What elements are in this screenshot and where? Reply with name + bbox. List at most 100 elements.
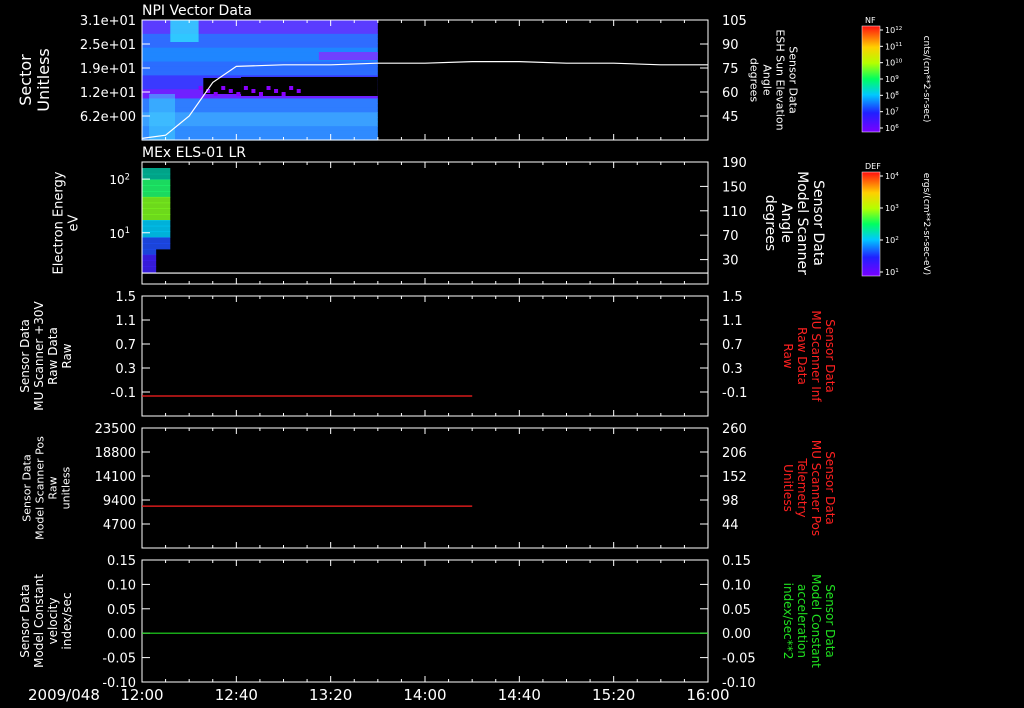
y-tick-label: 1.9e+01 (80, 62, 136, 77)
spectrogram-cell (142, 196, 171, 204)
spectrogram-row (142, 66, 378, 72)
left-axis-label: Sector (16, 54, 35, 106)
spectrogram-cell (142, 237, 171, 244)
left-axis-label: eV (67, 214, 82, 231)
colorbar-tick-label: 1011 (885, 42, 903, 51)
y-tick-label-right: 0.10 (722, 578, 751, 593)
spectrogram-row (142, 130, 378, 136)
spectrogram-row (142, 116, 378, 123)
date-label: 2009/048 (28, 686, 100, 704)
chart-figure: 3.1e+01 2.5e+01 1.9e+01 1.2e+01 6.2e+00 105 90… (16, 3, 931, 704)
right-axis-label: MU Scanner Pos (809, 440, 823, 536)
spectrogram-cell (142, 248, 157, 256)
left-axis-label: Sensor Data (21, 454, 34, 521)
y-tick-label-right: 110 (722, 205, 747, 220)
colorbar-tick-label: 106 (885, 124, 899, 133)
colorbar-tick-label: 104 (885, 172, 899, 181)
right-axis-label: Sensor Data (810, 180, 826, 266)
panel-title: NPI Vector Data (142, 3, 252, 19)
panel-frame (141, 427, 709, 549)
left-axis-label: Electron Energy (52, 171, 67, 274)
spectrogram-cell (142, 225, 171, 233)
y-tick-label-right: 260 (722, 422, 747, 437)
y-tick-label: 101 (109, 225, 130, 241)
y-tick-label: 0.00 (107, 627, 136, 642)
y-tick-label-right: 0.3 (722, 362, 743, 377)
panel-frame (141, 295, 709, 417)
spectrogram-row (142, 107, 378, 113)
spectrogram-row (142, 98, 378, 104)
y-tick-label-right: 0.7 (722, 338, 743, 353)
y-tick-label-right: 90 (722, 38, 739, 53)
y-tick-label: 0.15 (107, 554, 136, 569)
y-tick-label-right: 45 (722, 110, 739, 125)
spectrogram-streak (170, 20, 199, 42)
y-tick-label: 14100 (95, 470, 136, 485)
spectrogram-speckle (266, 86, 271, 90)
spectrogram-cell (142, 185, 171, 192)
spectrogram-cell (142, 179, 171, 186)
y-tick-label: 6.2e+00 (80, 110, 136, 125)
colorbar (861, 171, 881, 277)
y-tick-label: 2.5e+01 (80, 38, 136, 53)
colorbar-tick-label: 103 (885, 204, 899, 213)
spectrogram-row (142, 103, 378, 109)
y-tick-label-right: 0.15 (722, 554, 751, 569)
spectrogram-cell (142, 202, 171, 209)
y-tick-label: -0.1 (111, 386, 136, 401)
y-tick-label: 3.1e+01 (80, 14, 136, 29)
right-axis-label: Raw Data (795, 327, 809, 385)
right-axis-label: Sensor Data (787, 46, 800, 113)
left-axis-label: Raw (60, 343, 74, 368)
y-tick-label-right: 75 (722, 62, 739, 77)
spectrogram-speckle (258, 92, 263, 96)
right-axis-label: Angle (761, 64, 774, 96)
x-tick-label: 14:40 (498, 686, 541, 704)
x-tick-label: 15:20 (592, 686, 635, 704)
right-axis-label: Model Scanner (794, 171, 810, 275)
left-axis-label: Raw Data (46, 327, 60, 385)
y-tick-label-right: 60 (722, 86, 739, 101)
colorbar (861, 25, 881, 133)
left-axis-label: Sensor Data (18, 319, 32, 393)
spectrogram-speckle (228, 89, 233, 93)
colorbar-name: NF (865, 16, 876, 25)
y-tick-label-right: 98 (722, 494, 739, 509)
y-tick-label: 4700 (103, 518, 136, 533)
colorbar-unit: cnts/(cm**2-sr-sec) (921, 36, 931, 123)
colorbar-unit: ergs/(cm**2-sr-sec-eV) (921, 173, 931, 275)
spectrogram-speckle (274, 89, 279, 93)
left-axis-label: MU Scanner +30V (32, 301, 46, 411)
y-tick-label: 0.10 (107, 578, 136, 593)
x-tick-label: 12:00 (120, 686, 163, 704)
y-tick-label: 102 (109, 171, 130, 187)
y-tick-label-right: 206 (722, 446, 747, 461)
right-axis-label: MU Scanner Inf (809, 310, 823, 402)
y-tick-label-right: 30 (722, 254, 739, 269)
spectrogram-speckle (289, 86, 294, 90)
left-axis-label: Model Scanner Pos (34, 436, 47, 540)
spectrogram-cell (142, 214, 171, 221)
x-tick-label: 13:20 (309, 686, 352, 704)
spectrogram-cell (142, 243, 171, 250)
panel-frame (141, 161, 709, 285)
spectrogram-speckle (198, 86, 203, 90)
right-axis-label: Model Constant (809, 574, 823, 668)
x-tick-label: 14:00 (403, 686, 446, 704)
y-tick-label: 1.2e+01 (80, 86, 136, 101)
spectrogram-cell (142, 191, 171, 198)
right-axis-label: Sensor Data (823, 584, 837, 658)
spectrogram-speckle (236, 92, 241, 96)
y-tick-label-right: 0.05 (722, 603, 751, 618)
colorbar-tick-label: 102 (885, 236, 899, 245)
spectrogram-cell (142, 266, 157, 273)
y-tick-label: 0.05 (107, 603, 136, 618)
right-axis-label: Raw (781, 343, 795, 368)
right-axis-label: Unitless (781, 464, 795, 512)
colorbar-tick-label: 1010 (885, 58, 903, 67)
spectrogram-speckle (213, 92, 218, 96)
right-axis-label: degrees (762, 195, 778, 251)
y-tick-label: 18800 (95, 446, 136, 461)
right-axis-label: index/sec**2 (781, 583, 795, 660)
y-tick-label-right: 105 (722, 14, 747, 29)
